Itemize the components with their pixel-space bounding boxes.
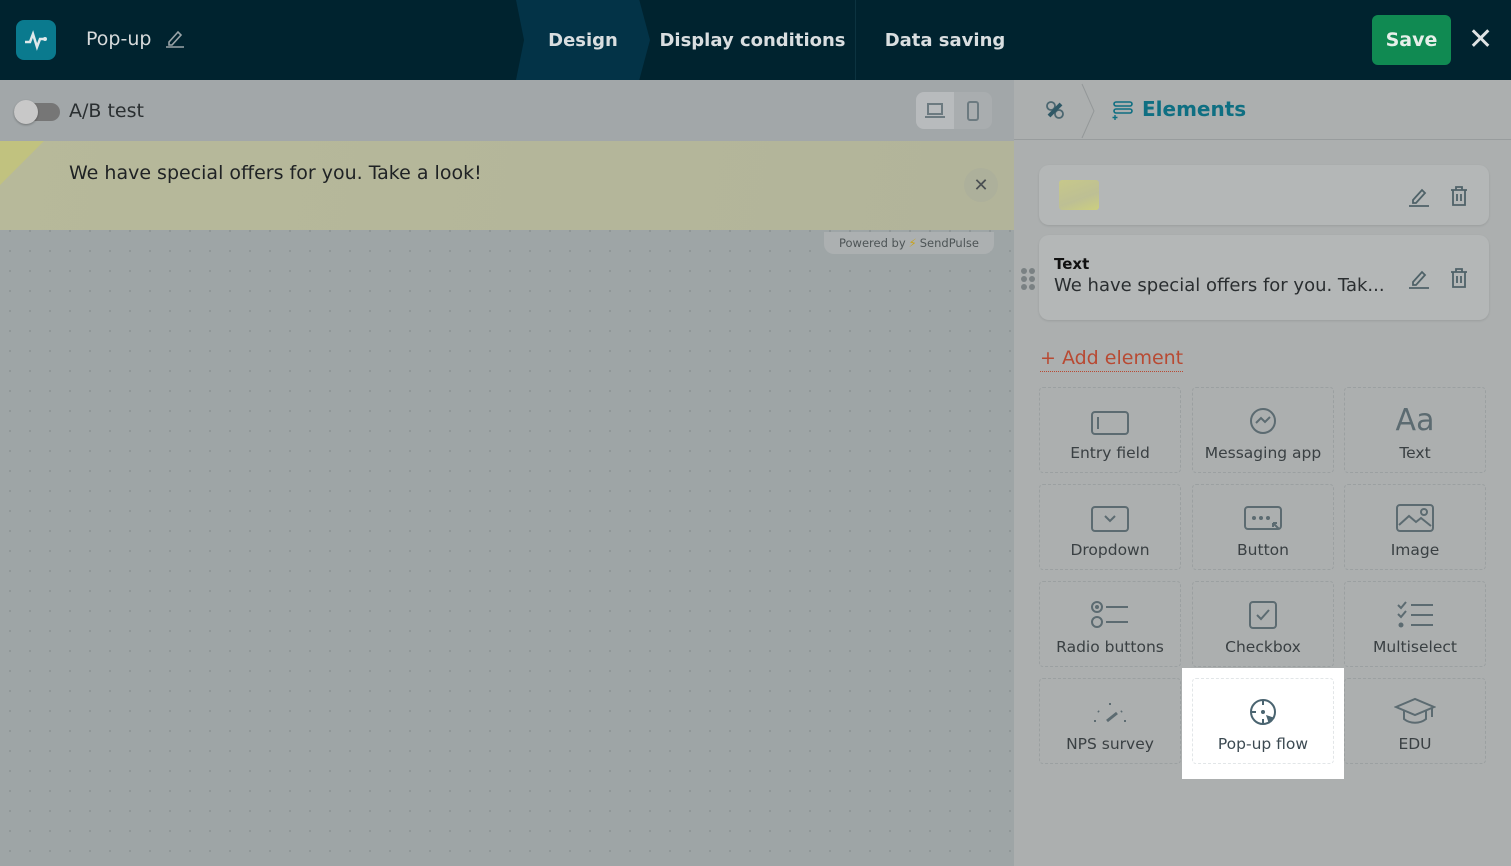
tile-label: NPS survey <box>1066 735 1154 753</box>
banner-text[interactable]: We have special offers for you. Take a l… <box>69 162 482 184</box>
styles-icon[interactable] <box>1044 99 1066 121</box>
tile-label: Multiselect <box>1373 638 1457 656</box>
checkbox-icon <box>1249 601 1277 629</box>
tile-label: EDU <box>1398 735 1432 753</box>
tile-messaging-app[interactable]: Messaging app <box>1192 387 1334 473</box>
trash-icon[interactable] <box>1449 185 1469 207</box>
breadcrumb-elements: Elements <box>1142 97 1247 121</box>
tile-text[interactable]: Aa Text <box>1344 387 1486 473</box>
tile-label: Checkbox <box>1225 638 1301 656</box>
edit-icon[interactable] <box>1408 267 1430 289</box>
tile-label: Messaging app <box>1204 444 1322 462</box>
tile-label: Entry field <box>1070 444 1150 462</box>
phone-icon <box>967 100 979 121</box>
tab-display-conditions[interactable]: Display conditions <box>650 0 856 80</box>
breadcrumb-separator <box>1081 83 1095 139</box>
edit-icon[interactable] <box>1408 185 1430 207</box>
device-switcher <box>916 92 992 129</box>
editor-toolbar <box>0 80 1014 141</box>
tab-data-saving[interactable]: Data saving <box>860 0 1030 80</box>
tile-popup-flow[interactable]: Pop-up flow <box>1192 678 1334 764</box>
ab-test-label: A/B test <box>69 100 144 122</box>
desktop-view-button[interactable] <box>916 92 954 129</box>
popup-flow-icon <box>1250 699 1276 725</box>
trash-icon[interactable] <box>1449 267 1469 289</box>
tile-label: Radio buttons <box>1056 638 1164 656</box>
tile-button[interactable]: Button <box>1192 484 1334 570</box>
button-icon <box>1244 506 1282 530</box>
multiselect-icon <box>1397 601 1433 628</box>
tile-edu[interactable]: EDU <box>1344 678 1486 764</box>
toggle-knob[interactable] <box>14 100 38 124</box>
text-icon: Aa <box>1395 403 1435 438</box>
messenger-icon <box>1250 408 1276 434</box>
tile-label: Text <box>1399 444 1431 462</box>
edit-title-icon[interactable] <box>165 27 185 49</box>
mobile-view-button[interactable] <box>954 92 992 129</box>
tab-label: Design <box>548 29 618 51</box>
tile-multiselect[interactable]: Multiselect <box>1344 581 1486 667</box>
app-logo[interactable] <box>16 20 56 60</box>
drag-handle[interactable] <box>1021 268 1035 290</box>
tab-label: Display conditions <box>659 29 846 51</box>
add-element-link[interactable]: + Add element <box>1040 347 1184 372</box>
tile-checkbox[interactable]: Checkbox <box>1192 581 1334 667</box>
tab-design[interactable]: Design <box>516 0 650 80</box>
close-icon[interactable]: ✕ <box>1468 22 1493 57</box>
banner-close-button[interactable]: ✕ <box>964 168 998 202</box>
entry-field-icon <box>1091 411 1129 435</box>
brand-name: SendPulse <box>919 236 979 250</box>
tile-dropdown[interactable]: Dropdown <box>1039 484 1181 570</box>
tile-label: Pop-up flow <box>1217 735 1309 753</box>
dropdown-icon <box>1091 506 1129 532</box>
tile-entry-field[interactable]: Entry field <box>1039 387 1181 473</box>
tile-label: Button <box>1237 541 1289 559</box>
page-title: Pop-up <box>86 28 152 50</box>
element-type-label: Text <box>1054 255 1090 273</box>
tile-radio-buttons[interactable]: Radio buttons <box>1039 581 1181 667</box>
tile-image[interactable]: Image <box>1344 484 1486 570</box>
save-button[interactable]: Save <box>1372 15 1451 65</box>
powered-by-badge[interactable]: Powered by ⚡ SendPulse <box>824 232 994 254</box>
graduation-cap-icon <box>1394 697 1436 724</box>
laptop-icon <box>925 102 945 118</box>
image-thumbnail <box>1059 180 1099 210</box>
popup-banner[interactable] <box>0 141 1014 230</box>
tab-label: Data saving <box>884 29 1006 51</box>
elements-icon <box>1112 101 1133 120</box>
image-icon <box>1396 504 1434 532</box>
powered-by-text: Powered by <box>839 236 906 250</box>
tile-nps-survey[interactable]: NPS survey <box>1039 678 1181 764</box>
tile-label: Dropdown <box>1070 541 1150 559</box>
radio-icon <box>1091 601 1128 628</box>
element-preview-text: We have special offers for you. Tak... <box>1054 275 1385 296</box>
tile-label: Image <box>1390 541 1440 559</box>
lightning-icon: ⚡ <box>908 236 917 250</box>
gauge-icon <box>1094 703 1126 723</box>
pulse-icon <box>25 30 47 51</box>
